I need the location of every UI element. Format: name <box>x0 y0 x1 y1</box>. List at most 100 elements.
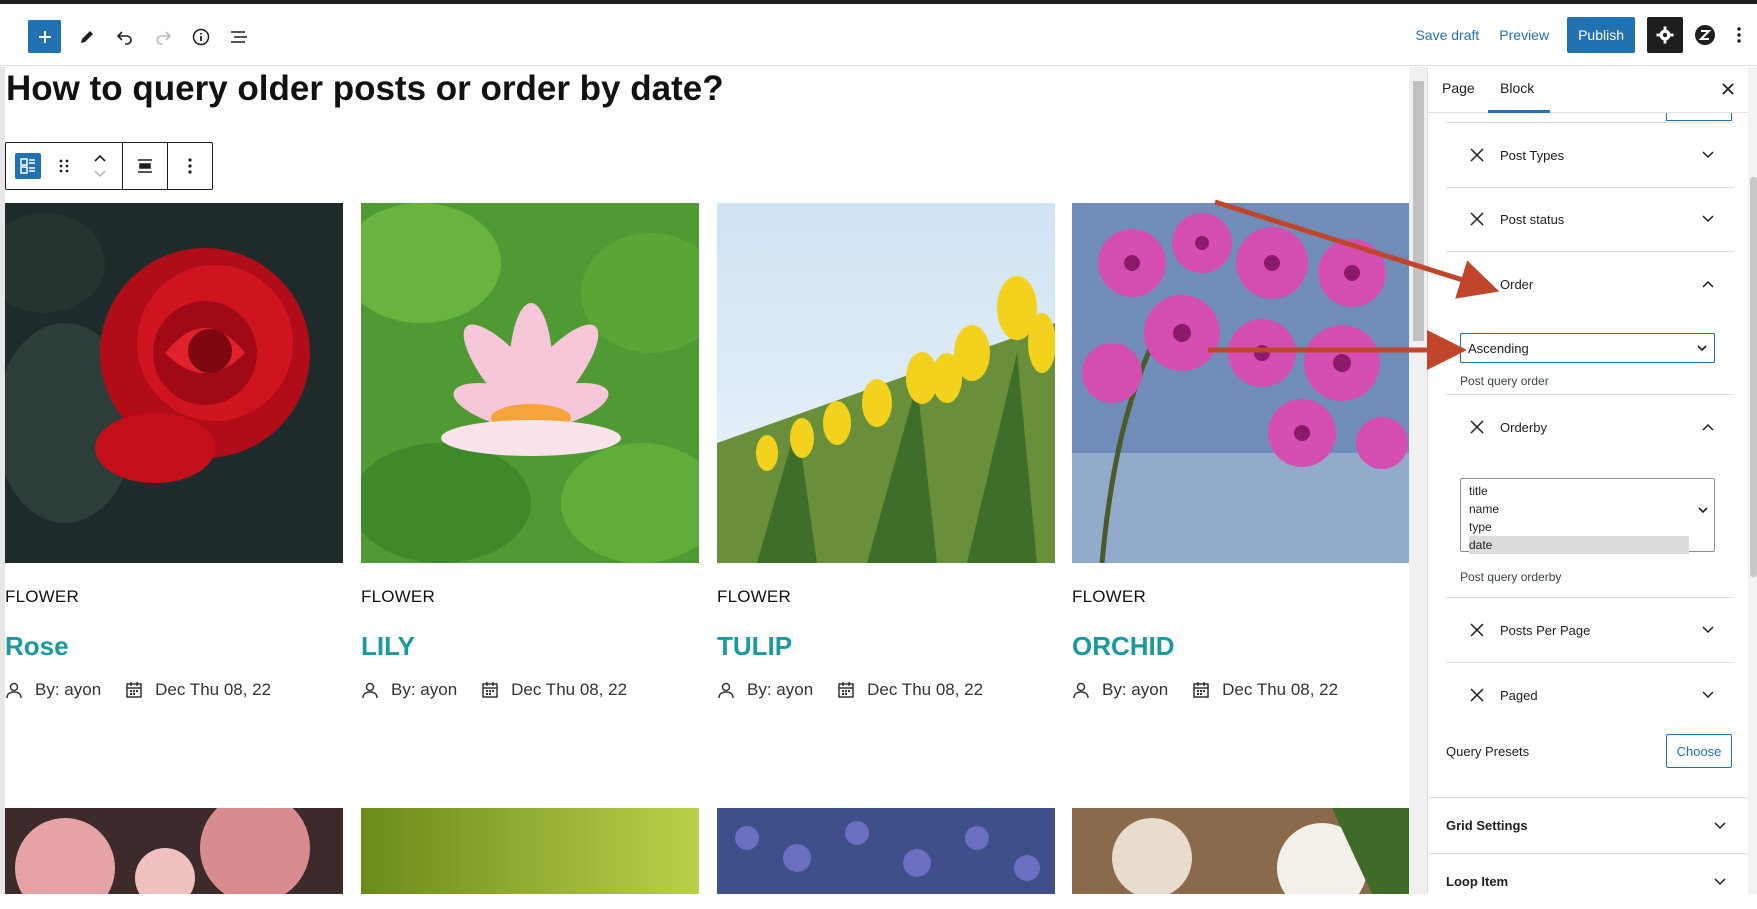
post-card: FLOWER LILY By: ayon Dec Thu 08, 22 <box>361 203 699 700</box>
panel-label: Orderby <box>1500 419 1547 435</box>
options-button[interactable] <box>1727 17 1751 53</box>
panel-paged[interactable]: Paged <box>1446 663 1734 727</box>
move-up-down-button[interactable] <box>84 150 116 182</box>
settings-button[interactable] <box>1647 17 1683 53</box>
info-icon <box>192 28 210 45</box>
post-category[interactable]: FLOWER <box>717 587 1055 607</box>
publish-button[interactable]: Publish <box>1567 17 1635 53</box>
chevron-down-icon <box>1714 877 1726 885</box>
orderby-multiselect[interactable]: title name type date <box>1460 478 1715 554</box>
block-type-button[interactable] <box>12 150 44 182</box>
panel-label: Posts Per Page <box>1500 622 1591 638</box>
user-icon <box>717 681 735 699</box>
section-grid-settings[interactable]: Grid Settings <box>1428 797 1748 853</box>
post-meta: By: ayon Dec Thu 08, 22 <box>1072 680 1410 700</box>
post-image-peony[interactable] <box>5 808 343 894</box>
orderby-option-selected[interactable]: date <box>1469 536 1689 554</box>
save-draft-button[interactable]: Save draft <box>1405 27 1489 43</box>
grid-block-icon <box>15 153 41 179</box>
remove-icon[interactable] <box>1468 146 1486 164</box>
chevron-up-down-icon <box>94 154 106 178</box>
chevron-up-icon <box>1700 276 1716 292</box>
post-category[interactable]: FLOWER <box>5 587 343 607</box>
panel-post-types[interactable]: Post Types <box>1446 122 1734 188</box>
post-author[interactable]: By: ayon <box>391 680 457 700</box>
pencil-icon <box>81 30 93 43</box>
chevron-down-icon <box>1700 622 1716 638</box>
canvas-scrollbar[interactable] <box>1409 67 1427 894</box>
chevron-down-icon <box>1714 821 1726 829</box>
post-card: FLOWER TULIP By: ayon Dec Thu 08, 22 <box>717 203 1055 700</box>
drag-handle[interactable] <box>48 150 80 182</box>
canvas-scrollbar-thumb[interactable] <box>1413 81 1424 341</box>
list-view-icon <box>231 30 247 43</box>
undo-icon <box>116 30 132 45</box>
details-button[interactable] <box>189 25 213 49</box>
remove-icon[interactable] <box>1468 275 1486 293</box>
post-category[interactable]: FLOWER <box>1072 587 1410 607</box>
panel-posts-per-page[interactable]: Posts Per Page <box>1446 598 1734 663</box>
panel-label: Post Types <box>1500 147 1565 163</box>
remove-icon[interactable] <box>1468 621 1486 639</box>
block-toolbar <box>5 142 213 190</box>
calendar-icon <box>125 681 143 699</box>
undo-button[interactable] <box>113 25 137 49</box>
post-image-white-flowers[interactable] <box>1072 808 1410 894</box>
partial-button-above[interactable] <box>1666 113 1732 121</box>
user-icon <box>1072 681 1090 699</box>
section-loop-item[interactable]: Loop Item <box>1428 853 1748 909</box>
post-title[interactable]: ORCHID <box>1072 631 1410 662</box>
toolbar-left-group <box>28 20 251 53</box>
chevron-down-icon <box>1698 507 1708 514</box>
remove-icon[interactable] <box>1468 686 1486 704</box>
section-label: Grid Settings <box>1446 818 1528 833</box>
post-date[interactable]: Dec Thu 08, 22 <box>867 680 983 700</box>
post-date[interactable]: Dec Thu 08, 22 <box>155 680 271 700</box>
user-icon <box>361 681 379 699</box>
drag-handle-icon <box>59 159 69 173</box>
edit-tool-button[interactable] <box>75 25 99 49</box>
post-title[interactable]: Rose <box>5 631 343 662</box>
chevron-down-icon <box>1697 344 1707 351</box>
post-image-tulip[interactable] <box>717 203 1055 563</box>
post-date[interactable]: Dec Thu 08, 22 <box>511 680 627 700</box>
align-button[interactable] <box>129 150 161 182</box>
post-image-orchid[interactable] <box>1072 203 1410 563</box>
post-title[interactable]: TULIP <box>717 631 1055 662</box>
block-options-button[interactable] <box>174 150 206 182</box>
sidebar-scrollbar[interactable] <box>1748 67 1757 894</box>
list-view-button[interactable] <box>227 25 251 49</box>
active-tab-indicator <box>1488 110 1550 113</box>
orderby-option[interactable]: type <box>1469 518 1689 536</box>
tab-page[interactable]: Page <box>1442 80 1475 96</box>
tab-block[interactable]: Block <box>1500 80 1534 96</box>
panel-post-status[interactable]: Post status <box>1446 187 1734 252</box>
order-select-value: Ascending <box>1468 340 1529 356</box>
add-block-button[interactable] <box>28 20 61 53</box>
orderby-option[interactable]: title <box>1469 482 1689 500</box>
post-image-rose[interactable] <box>5 203 343 563</box>
preview-button[interactable]: Preview <box>1489 27 1559 43</box>
close-sidebar-button[interactable] <box>1718 79 1738 99</box>
close-icon <box>1722 83 1734 95</box>
post-meta: By: ayon Dec Thu 08, 22 <box>361 680 699 700</box>
post-author[interactable]: By: ayon <box>747 680 813 700</box>
redo-button[interactable] <box>151 25 175 49</box>
remove-icon[interactable] <box>1468 418 1486 436</box>
page-title[interactable]: How to query older posts or order by dat… <box>6 69 724 109</box>
plugin-button[interactable] <box>1687 17 1723 53</box>
post-author[interactable]: By: ayon <box>35 680 101 700</box>
post-date[interactable]: Dec Thu 08, 22 <box>1222 680 1338 700</box>
choose-preset-button[interactable]: Choose <box>1666 734 1732 768</box>
post-image-green[interactable] <box>361 808 699 894</box>
post-image-lavender[interactable] <box>717 808 1055 894</box>
post-image-lily[interactable] <box>361 203 699 563</box>
orderby-option[interactable]: name <box>1469 500 1689 518</box>
calendar-icon <box>481 681 499 699</box>
order-select[interactable]: Ascending <box>1460 333 1715 363</box>
sidebar-scrollbar-thumb[interactable] <box>1750 177 1757 577</box>
remove-icon[interactable] <box>1468 210 1486 228</box>
post-author[interactable]: By: ayon <box>1102 680 1168 700</box>
post-category[interactable]: FLOWER <box>361 587 699 607</box>
post-title[interactable]: LILY <box>361 631 699 662</box>
